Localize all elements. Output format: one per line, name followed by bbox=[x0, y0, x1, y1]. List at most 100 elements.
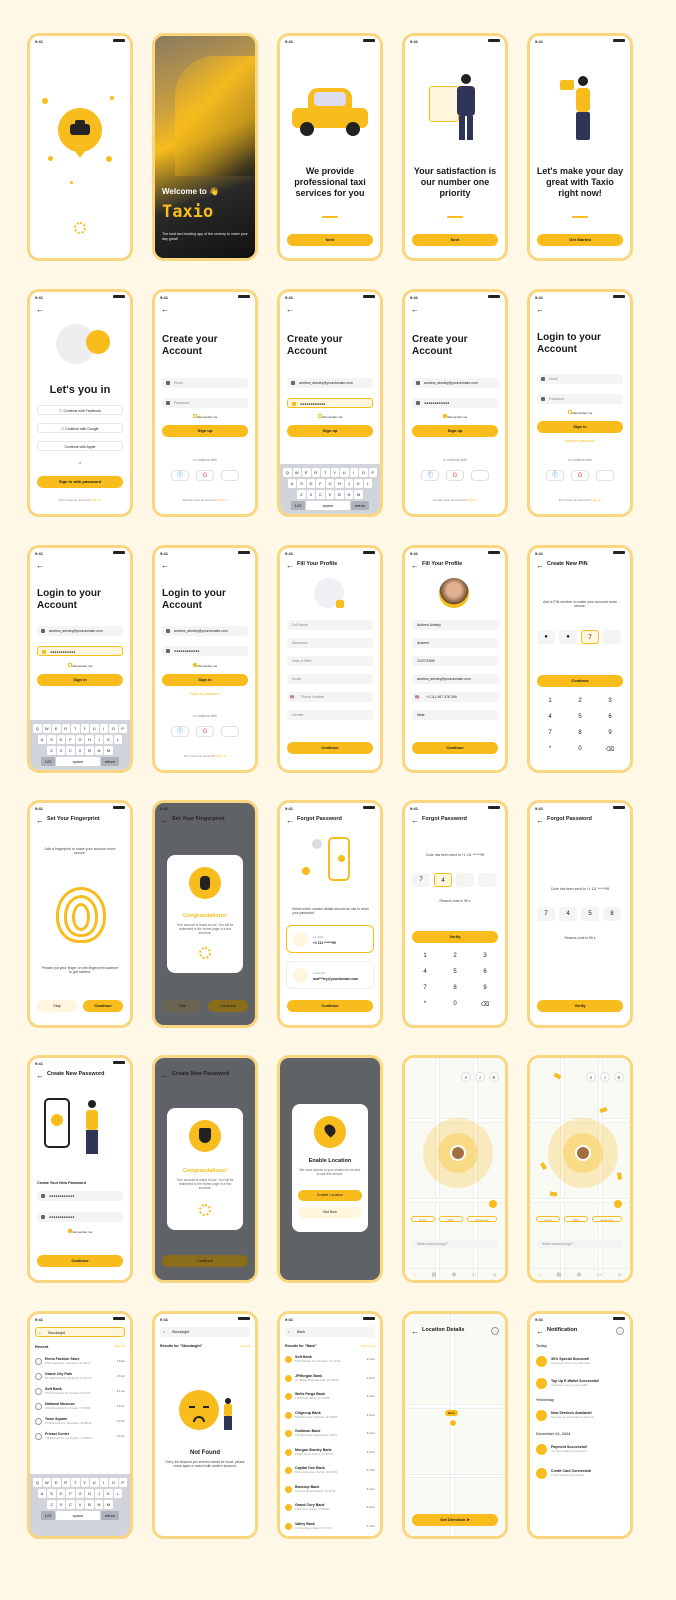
keypad-key[interactable]: ⌫ bbox=[600, 746, 620, 753]
key[interactable]: X bbox=[306, 490, 316, 499]
sign-in-link[interactable]: Sign in bbox=[218, 498, 227, 502]
key-space[interactable]: space bbox=[56, 757, 100, 766]
key[interactable]: Y bbox=[80, 1478, 89, 1487]
key[interactable]: Q bbox=[283, 468, 292, 477]
key[interactable]: A bbox=[37, 1489, 47, 1498]
email-field[interactable]: Email bbox=[287, 674, 373, 684]
sign-up-button[interactable]: Sign up bbox=[412, 425, 498, 437]
key[interactable]: K bbox=[354, 479, 363, 488]
sign-up-button[interactable]: Sign up bbox=[287, 425, 373, 437]
key[interactable]: V bbox=[325, 490, 335, 499]
sign-in-button[interactable]: Sign in bbox=[162, 674, 248, 686]
chip-home[interactable]: Home bbox=[411, 1216, 435, 1222]
key[interactable]: R bbox=[61, 1478, 70, 1487]
key[interactable]: F bbox=[66, 735, 75, 744]
clear-all-button[interactable]: Clear All bbox=[114, 1344, 125, 1348]
fingerprint-icon[interactable] bbox=[56, 887, 106, 943]
google-icon[interactable]: G bbox=[196, 470, 214, 481]
keypad-key[interactable]: * bbox=[540, 746, 560, 752]
edit-icon[interactable] bbox=[336, 600, 344, 608]
key[interactable]: H bbox=[85, 735, 94, 744]
apple-icon[interactable] bbox=[221, 470, 239, 481]
keypad-key[interactable]: 4 bbox=[540, 714, 560, 720]
key[interactable]: Y bbox=[330, 468, 339, 477]
chip-office[interactable]: Office bbox=[439, 1216, 463, 1222]
key[interactable]: C bbox=[66, 746, 75, 755]
key[interactable]: A bbox=[287, 479, 297, 488]
key[interactable]: D bbox=[56, 735, 66, 744]
key[interactable]: S bbox=[47, 1489, 56, 1498]
sign-in-password-button[interactable]: Sign in with password bbox=[37, 476, 123, 488]
keypad-key[interactable]: * bbox=[415, 1001, 435, 1007]
key[interactable]: J bbox=[94, 735, 104, 744]
key[interactable]: B bbox=[85, 746, 94, 755]
nav-bookings-icon[interactable]: ▤ bbox=[431, 1272, 436, 1278]
key-space[interactable]: space bbox=[306, 501, 350, 510]
recent-item[interactable]: National Museum 9123 Wentworth St. Norwal… bbox=[35, 1401, 125, 1415]
key[interactable]: T bbox=[321, 468, 330, 477]
key-mode[interactable]: 123 bbox=[41, 1511, 55, 1520]
key[interactable]: V bbox=[75, 746, 85, 755]
key[interactable]: N bbox=[94, 1500, 104, 1509]
next-button[interactable]: Next bbox=[412, 234, 498, 246]
key-mode[interactable]: 123 bbox=[291, 501, 305, 510]
key[interactable]: E bbox=[52, 1478, 61, 1487]
key[interactable]: S bbox=[47, 735, 56, 744]
sign-in-button[interactable]: Sign in bbox=[37, 674, 123, 686]
keypad-key[interactable]: 1 bbox=[540, 698, 560, 704]
keypad-key[interactable]: 2 bbox=[570, 698, 590, 704]
forgot-password-link[interactable]: Forgot the password? bbox=[155, 692, 255, 696]
password-field[interactable]: ●●●●●●●●●●●● bbox=[412, 398, 498, 408]
key[interactable]: G bbox=[325, 479, 335, 488]
key[interactable]: N bbox=[94, 746, 104, 755]
key[interactable]: I bbox=[99, 1478, 108, 1487]
key[interactable]: Q bbox=[33, 1478, 42, 1487]
keypad-key[interactable]: 9 bbox=[600, 730, 620, 736]
full-name-field[interactable]: Full Name bbox=[287, 620, 373, 630]
continue-button[interactable]: Continue bbox=[37, 1255, 123, 1267]
key[interactable]: R bbox=[61, 724, 70, 733]
key[interactable]: V bbox=[75, 1500, 85, 1509]
password-field[interactable]: Password bbox=[162, 398, 248, 408]
more-icon[interactable]: ⋯ bbox=[616, 1327, 624, 1335]
keypad-key[interactable]: 9 bbox=[475, 985, 495, 991]
key[interactable]: K bbox=[104, 735, 113, 744]
continue-apple-button[interactable]: Continue with Apple bbox=[37, 441, 123, 451]
key[interactable]: M bbox=[104, 746, 113, 755]
enable-location-button[interactable]: Enable Location bbox=[298, 1190, 362, 1201]
key[interactable]: P bbox=[118, 724, 127, 733]
key[interactable]: B bbox=[335, 490, 344, 499]
keypad-key[interactable]: 6 bbox=[475, 969, 495, 975]
key[interactable]: U bbox=[340, 468, 349, 477]
confirm-password-field[interactable]: ●●●●●●●●●●●● bbox=[37, 1212, 123, 1222]
key[interactable]: S bbox=[297, 479, 306, 488]
recent-item[interactable]: Town Square 17 Roosevelt Ave. Wyandotte, … bbox=[35, 1416, 125, 1430]
key[interactable]: W bbox=[292, 468, 301, 477]
recent-item[interactable]: Elena Fashion Store 8705 Augusta St. Clev… bbox=[35, 1356, 125, 1370]
continue-button[interactable]: Continue bbox=[287, 1000, 373, 1012]
continue-button[interactable]: Continue bbox=[287, 742, 373, 754]
key[interactable]: L bbox=[113, 735, 123, 744]
key[interactable]: B bbox=[85, 1500, 94, 1509]
continue-facebook-button[interactable]: ⓕ Continue with Facebook bbox=[37, 405, 123, 415]
email-field[interactable]: Email bbox=[162, 378, 248, 388]
email-field[interactable]: andrew_ainsley@yourdomain.com bbox=[287, 378, 373, 388]
key[interactable]: M bbox=[104, 1500, 113, 1509]
key[interactable]: A bbox=[37, 735, 47, 744]
result-item[interactable]: Bancorp Bank 14 Grove Road Madison, WI 53… bbox=[285, 1484, 375, 1498]
continue-google-button[interactable]: G Continue with Google bbox=[37, 423, 123, 433]
keyboard[interactable]: Q W E R T Y U I O P A S D F G H J K L Z X C V B N M 123 space return bbox=[280, 464, 380, 514]
gender-select[interactable]: Gender bbox=[287, 710, 373, 720]
facebook-icon[interactable]: ⓕ bbox=[171, 470, 189, 481]
continue-button[interactable]: Continue bbox=[537, 675, 623, 687]
key[interactable]: E bbox=[52, 724, 61, 733]
password-field[interactable]: ●●●●●●●●●●●● bbox=[37, 646, 123, 656]
key-return[interactable]: return bbox=[351, 501, 369, 510]
verify-button[interactable]: Verify bbox=[412, 931, 498, 943]
dob-field[interactable]: Date of Birth bbox=[287, 656, 373, 666]
keypad-key[interactable]: 6 bbox=[600, 714, 620, 720]
not-now-button[interactable]: Not Now bbox=[298, 1207, 362, 1218]
key[interactable]: T bbox=[71, 724, 80, 733]
keypad-key[interactable]: 0 bbox=[445, 1001, 465, 1007]
keypad-key[interactable]: 7 bbox=[415, 985, 435, 991]
